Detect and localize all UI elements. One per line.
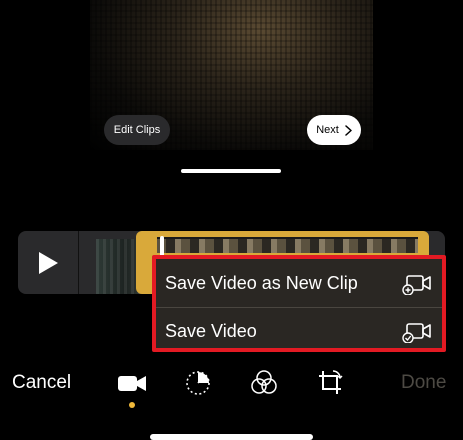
save-menu: Save Video as New Clip Save Video (152, 255, 446, 352)
adjust-icon[interactable] (182, 368, 214, 398)
crop-rotate-icon[interactable] (314, 368, 346, 398)
selected-frames (157, 237, 418, 253)
home-indicator (150, 434, 313, 440)
save-as-new-clip-item[interactable]: Save Video as New Clip (156, 261, 442, 305)
next-button[interactable]: Next (307, 115, 361, 145)
save-video-item[interactable]: Save Video (156, 309, 442, 353)
save-as-new-clip-label: Save Video as New Clip (165, 272, 358, 293)
video-camera-icon[interactable] (116, 368, 148, 398)
edit-clips-button[interactable]: Edit Clips (104, 115, 170, 145)
menu-divider (156, 307, 442, 308)
video-plus-icon (402, 275, 431, 295)
next-label: Next (316, 124, 339, 136)
save-video-label: Save Video (165, 320, 257, 341)
cancel-button[interactable]: Cancel (12, 372, 71, 394)
grabber (181, 169, 281, 173)
edit-toolbar: Cancel Done (0, 362, 463, 410)
chevron-right-icon (345, 124, 352, 136)
edit-clips-label: Edit Clips (113, 124, 161, 136)
done-button[interactable]: Done (401, 372, 446, 394)
active-tool-indicator (129, 402, 135, 408)
play-button[interactable] (18, 231, 79, 294)
video-check-icon (402, 323, 431, 343)
filters-icon[interactable] (248, 368, 280, 398)
play-icon (39, 251, 58, 274)
